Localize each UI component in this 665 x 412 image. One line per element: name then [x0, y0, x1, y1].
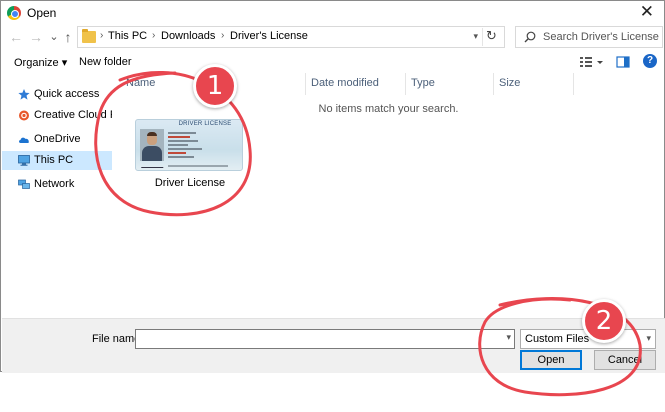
- close-button[interactable]: ✕: [640, 2, 654, 22]
- open-button[interactable]: Open: [520, 350, 582, 370]
- back-arrow-icon[interactable]: ←: [7, 28, 25, 46]
- breadcrumb-separator: ›: [221, 30, 225, 41]
- sidebar-item-label: Network: [34, 178, 75, 190]
- sidebar-item-quick-access[interactable]: Quick access: [2, 85, 112, 104]
- sidebar-item-this-pc[interactable]: This PC: [2, 151, 112, 170]
- search-placeholder: Search Driver's License: [543, 31, 659, 43]
- file-type-value: Custom Files: [525, 333, 590, 345]
- chrome-icon: [7, 6, 21, 20]
- breadcrumb-separator: ›: [152, 30, 156, 41]
- preview-pane-icon[interactable]: [616, 55, 630, 69]
- sidebar-item-onedrive[interactable]: OneDrive: [2, 130, 112, 149]
- sidebar-item-label: OneDrive: [34, 133, 81, 145]
- license-card-title: DRIVER LICENSE: [178, 121, 232, 127]
- sidebar-item-creative-cloud-files[interactable]: Creative Cloud Files: [2, 106, 112, 125]
- cloud-icon: [19, 137, 29, 143]
- star-icon: [18, 89, 30, 100]
- search-icon: [524, 31, 536, 43]
- up-arrow-icon[interactable]: ↑: [59, 28, 77, 46]
- driver-license-thumbnail: DRIVER LICENSE: [135, 119, 243, 171]
- signature-mark: [141, 163, 165, 168]
- address-bar[interactable]: › This PC › Downloads › Driver's License…: [77, 26, 505, 48]
- navigation-pane: Quick access Creative Cloud Files OneDri…: [2, 77, 113, 317]
- new-folder-button[interactable]: New folder: [79, 56, 132, 68]
- command-toolbar: Organize ▾ New folder ?: [1, 51, 664, 73]
- title-bar: Open ✕: [1, 1, 664, 25]
- file-name-input[interactable]: ▾: [135, 329, 515, 349]
- address-dropdown-icon[interactable]: ▾: [473, 31, 478, 42]
- breadcrumb-downloads[interactable]: Downloads: [161, 30, 215, 42]
- breadcrumb-this-pc[interactable]: This PC: [108, 30, 147, 42]
- open-file-dialog: Open ✕ ← → ⌄ ↑ › This PC › Downloads › D…: [0, 0, 665, 373]
- dialog-footer: File name: ▾ Custom Files ▾ Open Cancel: [2, 318, 665, 373]
- help-icon[interactable]: ?: [643, 54, 657, 68]
- cancel-button[interactable]: Cancel: [594, 350, 656, 370]
- step-1-badge: 1: [193, 64, 237, 108]
- network-icon: [18, 179, 30, 189]
- chevron-down-icon: ▾: [646, 333, 651, 343]
- step-2-badge: 2: [582, 299, 626, 343]
- empty-results-message: No items match your search.: [318, 103, 459, 115]
- sidebar-item-network[interactable]: Network: [2, 175, 112, 194]
- column-header-date-modified[interactable]: Date modified: [306, 73, 406, 95]
- column-header-size[interactable]: Size: [494, 73, 574, 95]
- file-item-driver-license[interactable]: DRIVER LICENSE Driver License: [133, 119, 247, 193]
- breadcrumb-drivers-license[interactable]: Driver's License: [230, 30, 308, 42]
- breadcrumb-separator: ›: [100, 30, 104, 41]
- chevron-down-icon[interactable]: ▾: [506, 332, 511, 343]
- organize-menu-button[interactable]: Organize ▾: [14, 56, 67, 69]
- computer-icon: [18, 155, 30, 166]
- file-name-label: Driver License: [154, 177, 226, 189]
- sidebar-item-label: Creative Cloud Files: [34, 109, 112, 121]
- sidebar-item-label: This PC: [34, 154, 74, 166]
- creative-cloud-icon: [19, 110, 29, 121]
- file-list-pane: Name Date modified Type Size No items ma…: [113, 73, 664, 318]
- folder-icon: [82, 29, 96, 43]
- window-title: Open: [27, 6, 57, 20]
- refresh-icon[interactable]: ↻: [482, 28, 500, 46]
- sidebar-item-label: Quick access: [34, 88, 100, 100]
- column-header-type[interactable]: Type: [406, 73, 494, 95]
- change-view-icon[interactable]: [579, 55, 605, 69]
- search-input[interactable]: Search Driver's License: [515, 26, 663, 48]
- forward-arrow-icon[interactable]: →: [27, 28, 45, 46]
- license-portrait: [140, 129, 164, 161]
